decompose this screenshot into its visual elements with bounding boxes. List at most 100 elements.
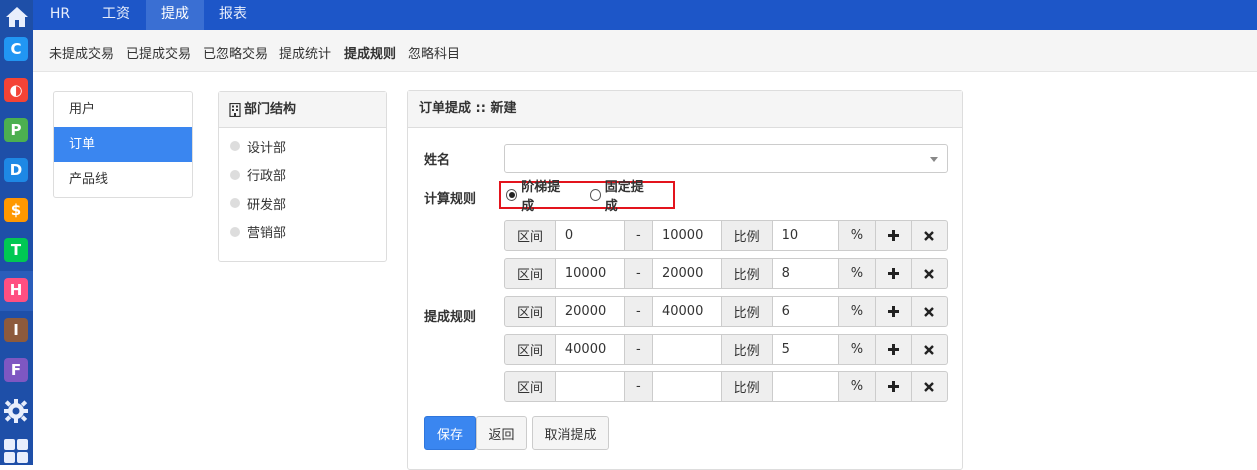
dept-rnd[interactable]: 研发部 [219,189,386,218]
nav-commission[interactable]: 提成 [146,0,204,30]
gear-icon[interactable] [3,398,29,424]
o-app-icon[interactable]: ◐ [4,78,28,102]
range-to-input[interactable]: 40000 [651,296,722,327]
remove-row-button[interactable] [910,296,948,327]
ratio-label: 比例 [720,296,773,327]
add-row-button[interactable] [874,220,912,251]
sub-nav: 未提成交易 已提成交易 已忽略交易 提成统计 提成规则 忽略科目 [33,30,1257,72]
radio-checked-icon [506,189,518,201]
range-from-input[interactable]: 20000 [554,296,625,327]
plus-icon [887,268,899,279]
i-app-icon[interactable]: I [4,318,28,342]
ratio-input[interactable]: 8 [771,258,840,289]
percent-addon: % [838,371,876,402]
range-dash: - [623,220,653,251]
p-app-icon[interactable]: P [4,118,28,142]
dept-admin[interactable]: 行政部 [219,161,386,190]
close-icon [924,268,935,279]
menu-item-product-lines[interactable]: 产品线 [54,162,192,197]
ratio-input[interactable]: 10 [771,220,840,251]
dept-marketing[interactable]: 营销部 [219,218,386,247]
h-app-icon[interactable]: H [4,278,28,302]
form-title: 订单提成 :: 新建 [408,91,962,128]
range-to-input[interactable] [651,371,722,402]
range-label: 区间 [504,296,556,327]
range-to-input[interactable]: 20000 [651,258,722,289]
remove-row-button[interactable] [910,371,948,402]
rule-row: 区间 40000- 比例 5% [504,334,948,365]
range-from-input[interactable]: 10000 [554,258,625,289]
t-app-icon[interactable]: T [4,238,28,262]
add-row-button[interactable] [874,258,912,289]
subnav-commissioned[interactable]: 已提成交易 [126,43,191,62]
building-icon [229,102,241,117]
range-dash: - [623,334,653,365]
plus-icon [887,381,899,392]
nav-hr[interactable]: HR [33,0,87,30]
dot-icon [230,226,240,237]
range-to-input[interactable]: 10000 [651,220,722,251]
home-icon[interactable] [0,0,33,33]
calc-rule-radio-group: 阶梯提成 固定提成 [499,180,675,214]
range-label: 区间 [504,258,556,289]
dept-design[interactable]: 设计部 [219,132,386,161]
nav-salary[interactable]: 工资 [87,0,145,30]
name-label: 姓名 [424,153,451,168]
rule-row: 区间 - 比例% [504,371,948,402]
range-label: 区间 [504,371,556,402]
department-panel: 部门结构 设计部 行政部 研发部 营销部 [218,91,387,262]
subnav-ignored-accounts[interactable]: 忽略科目 [408,43,460,62]
radio-fixed[interactable]: 固定提成 [589,176,654,214]
range-from-input[interactable]: 0 [554,220,625,251]
ratio-input[interactable]: 6 [771,296,840,327]
menu-item-users[interactable]: 用户 [54,92,192,127]
nav-reports[interactable]: 报表 [204,0,262,30]
percent-addon: % [838,296,876,327]
department-tree: 设计部 行政部 研发部 营销部 [219,128,386,246]
back-button[interactable]: 返回 [476,416,527,450]
percent-addon: % [838,258,876,289]
range-to-input[interactable] [651,334,722,365]
f-app-icon[interactable]: F [4,358,28,382]
remove-row-button[interactable] [910,220,948,251]
radio-tiered[interactable]: 阶梯提成 [506,176,570,214]
plus-icon [887,344,899,355]
subnav-uncommissioned[interactable]: 未提成交易 [49,43,114,62]
c-app-icon[interactable]: C [4,37,28,61]
radio-unchecked-icon [589,189,601,201]
percent-addon: % [838,334,876,365]
subnav-ignored[interactable]: 已忽略交易 [203,43,268,62]
range-label: 区间 [504,220,556,251]
rule-row: 区间 10000-20000 比例 8% [504,258,948,289]
remove-row-button[interactable] [910,334,948,365]
add-row-button[interactable] [874,371,912,402]
range-dash: - [623,371,653,402]
dept-label: 行政部 [247,169,287,185]
radio-fixed-label: 固定提成 [604,180,644,214]
menu-item-orders[interactable]: 订单 [54,127,192,162]
dept-label: 营销部 [247,226,287,242]
add-row-button[interactable] [874,296,912,327]
ratio-input[interactable] [771,371,840,402]
rule-row: 区间 20000-40000 比例 6% [504,296,948,327]
name-select[interactable] [504,144,948,173]
save-button[interactable]: 保存 [424,416,476,450]
ratio-input[interactable]: 5 [771,334,840,365]
category-menu: 用户 订单 产品线 [53,91,193,198]
radio-tiered-label: 阶梯提成 [521,180,561,214]
range-from-input[interactable]: 40000 [554,334,625,365]
subnav-statistics[interactable]: 提成统计 [279,43,331,62]
top-nav: HR 工资 提成 报表 [33,0,1257,30]
cancel-commission-button[interactable]: 取消提成 [532,416,609,450]
close-icon [924,381,935,392]
range-from-input[interactable] [554,371,625,402]
percent-addon: % [838,220,876,251]
d-app-icon[interactable]: D [4,158,28,182]
grid-menu-icon[interactable] [3,438,29,464]
range-dash: - [623,296,653,327]
department-panel-header: 部门结构 [219,92,386,128]
add-row-button[interactable] [874,334,912,365]
remove-row-button[interactable] [910,258,948,289]
subnav-rules[interactable]: 提成规则 [344,43,396,62]
dollar-app-icon[interactable]: $ [4,198,28,222]
